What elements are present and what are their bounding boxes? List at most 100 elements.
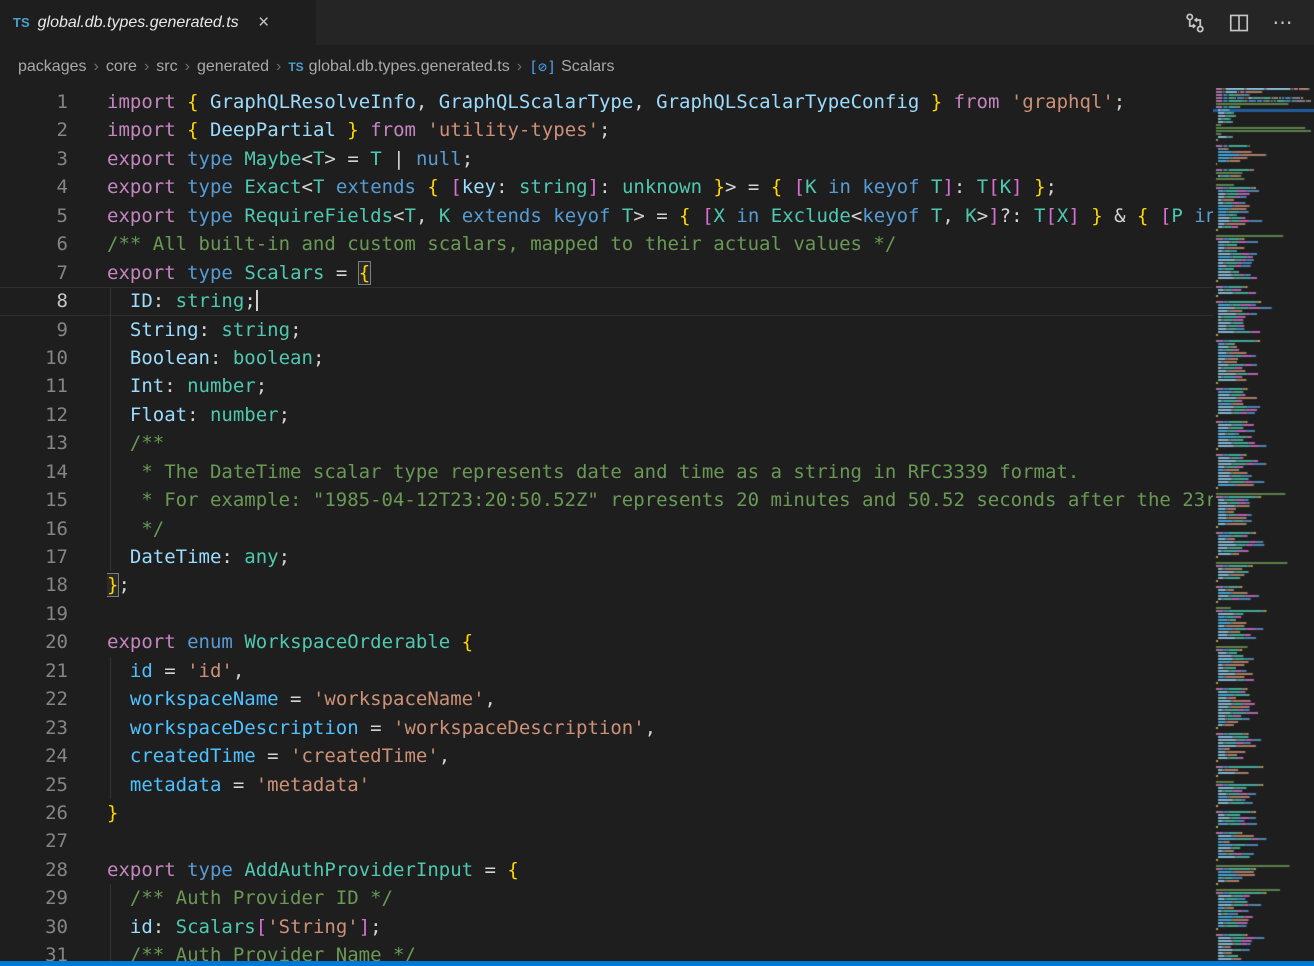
line-number[interactable]: 14 xyxy=(0,458,107,486)
breadcrumb-label: generated xyxy=(197,58,269,76)
code-text: Float: number; xyxy=(107,401,1213,429)
code-line[interactable]: 29 /** Auth Provider ID */ xyxy=(0,884,1213,912)
text-cursor xyxy=(256,290,258,311)
code-line[interactable]: 16 */ xyxy=(0,515,1213,543)
code-line[interactable]: 23 workspaceDescription = 'workspaceDesc… xyxy=(0,714,1213,742)
line-number[interactable]: 20 xyxy=(0,628,107,656)
symbol-type-icon: [⊘] xyxy=(529,58,556,76)
chevron-right-icon: › xyxy=(276,58,281,76)
line-number[interactable]: 18 xyxy=(0,571,107,599)
code-line[interactable]: 11 Int: number; xyxy=(0,372,1213,400)
breadcrumb-item-global-db-types-generated-ts[interactable]: TSglobal.db.types.generated.ts xyxy=(288,58,509,76)
code-text: import { DeepPartial } from 'utility-typ… xyxy=(107,116,1213,144)
code-text: workspaceName = 'workspaceName', xyxy=(107,685,1213,713)
line-number[interactable]: 16 xyxy=(0,515,107,543)
code-line[interactable]: 27 xyxy=(0,827,1213,855)
tab-global-db-types[interactable]: TS global.db.types.generated.ts × xyxy=(0,0,316,45)
typescript-file-icon: TS xyxy=(288,60,303,74)
code-line[interactable]: 10 Boolean: boolean; xyxy=(0,344,1213,372)
code-text: export type Exact<T extends { [key: stri… xyxy=(107,173,1213,201)
code-line[interactable]: 21 id = 'id', xyxy=(0,657,1213,685)
code-line[interactable]: 30 id: Scalars['String']; xyxy=(0,913,1213,941)
code-line[interactable]: 9 String: string; xyxy=(0,316,1213,344)
code-line[interactable]: 15 * For example: "1985-04-12T23:20:50.5… xyxy=(0,486,1213,514)
code-line[interactable]: 18}; xyxy=(0,571,1213,599)
code-line[interactable]: 3export type Maybe<T> = T | null; xyxy=(0,145,1213,173)
code-text: Boolean: boolean; xyxy=(107,344,1213,372)
line-number[interactable]: 15 xyxy=(0,486,107,514)
code-text: createdTime = 'createdTime', xyxy=(107,742,1213,770)
code-text: export type Maybe<T> = T | null; xyxy=(107,145,1213,173)
code-editor[interactable]: 1import { GraphQLResolveInfo, GraphQLSca… xyxy=(0,88,1213,961)
line-number[interactable]: 1 xyxy=(0,88,107,116)
line-number[interactable]: 3 xyxy=(0,145,107,173)
more-actions-icon[interactable]: ⋯ xyxy=(1268,8,1298,38)
code-text: * The DateTime scalar type represents da… xyxy=(107,458,1213,486)
line-number[interactable]: 25 xyxy=(0,771,107,799)
code-text xyxy=(107,827,1213,855)
breadcrumb-item-src[interactable]: src xyxy=(156,58,177,76)
line-number[interactable]: 4 xyxy=(0,173,107,201)
line-number[interactable]: 26 xyxy=(0,799,107,827)
breadcrumb-item-core[interactable]: core xyxy=(106,58,137,76)
code-line[interactable]: 12 Float: number; xyxy=(0,401,1213,429)
breadcrumb-label: core xyxy=(106,58,137,76)
line-number[interactable]: 10 xyxy=(0,344,107,372)
line-number[interactable]: 9 xyxy=(0,316,107,344)
code-text: /** All built-in and custom scalars, map… xyxy=(107,230,1213,258)
breadcrumb-label: Scalars xyxy=(561,58,614,76)
code-line[interactable]: 8 ID: string; xyxy=(0,287,1213,315)
breadcrumb-label: packages xyxy=(18,58,87,76)
code-line[interactable]: 28export type AddAuthProviderInput = { xyxy=(0,856,1213,884)
line-number[interactable]: 27 xyxy=(0,827,107,855)
line-number[interactable]: 19 xyxy=(0,600,107,628)
code-line[interactable]: 2import { DeepPartial } from 'utility-ty… xyxy=(0,116,1213,144)
code-line[interactable]: 4export type Exact<T extends { [key: str… xyxy=(0,173,1213,201)
line-number[interactable]: 31 xyxy=(0,941,107,961)
minimap[interactable] xyxy=(1213,88,1314,961)
close-icon[interactable]: × xyxy=(253,12,275,34)
code-line[interactable]: 1import { GraphQLResolveInfo, GraphQLSca… xyxy=(0,88,1213,116)
line-number[interactable]: 24 xyxy=(0,742,107,770)
code-line[interactable]: 17 DateTime: any; xyxy=(0,543,1213,571)
line-number[interactable]: 30 xyxy=(0,913,107,941)
line-number[interactable]: 5 xyxy=(0,202,107,230)
breadcrumb-item-scalars[interactable]: [⊘] Scalars xyxy=(529,58,614,76)
code-text: String: string; xyxy=(107,316,1213,344)
code-line[interactable]: 24 createdTime = 'createdTime', xyxy=(0,742,1213,770)
code-line[interactable]: 20export enum WorkspaceOrderable { xyxy=(0,628,1213,656)
code-line[interactable]: 25 metadata = 'metadata' xyxy=(0,771,1213,799)
line-number[interactable]: 22 xyxy=(0,685,107,713)
breadcrumb-item-generated[interactable]: generated xyxy=(197,58,269,76)
line-number[interactable]: 29 xyxy=(0,884,107,912)
code-line[interactable]: 19 xyxy=(0,600,1213,628)
line-number[interactable]: 2 xyxy=(0,116,107,144)
code-line[interactable]: 5export type RequireFields<T, K extends … xyxy=(0,202,1213,230)
line-number[interactable]: 28 xyxy=(0,856,107,884)
line-number[interactable]: 12 xyxy=(0,401,107,429)
line-number[interactable]: 17 xyxy=(0,543,107,571)
code-line[interactable]: 31 /** Auth Provider Name */ xyxy=(0,941,1213,961)
line-number[interactable]: 11 xyxy=(0,372,107,400)
line-number[interactable]: 6 xyxy=(0,230,107,258)
open-changes-icon[interactable] xyxy=(1180,8,1210,38)
line-number[interactable]: 21 xyxy=(0,657,107,685)
code-line[interactable]: 13 /** xyxy=(0,429,1213,457)
tab-bar: TS global.db.types.generated.ts × xyxy=(0,0,1314,45)
code-text: Int: number; xyxy=(107,372,1213,400)
breadcrumb-item-packages[interactable]: packages xyxy=(18,58,87,76)
code-text xyxy=(107,600,1213,628)
code-text: export type AddAuthProviderInput = { xyxy=(107,856,1213,884)
chevron-right-icon: › xyxy=(94,58,99,76)
line-number[interactable]: 23 xyxy=(0,714,107,742)
line-number[interactable]: 7 xyxy=(0,259,107,287)
code-line[interactable]: 14 * The DateTime scalar type represents… xyxy=(0,458,1213,486)
line-number[interactable]: 13 xyxy=(0,429,107,457)
code-line[interactable]: 7export type Scalars = { xyxy=(0,259,1213,287)
chevron-right-icon: › xyxy=(517,58,522,76)
code-line[interactable]: 6/** All built-in and custom scalars, ma… xyxy=(0,230,1213,258)
code-line[interactable]: 26} xyxy=(0,799,1213,827)
split-editor-icon[interactable] xyxy=(1224,8,1254,38)
line-number[interactable]: 8 xyxy=(0,287,107,315)
code-line[interactable]: 22 workspaceName = 'workspaceName', xyxy=(0,685,1213,713)
